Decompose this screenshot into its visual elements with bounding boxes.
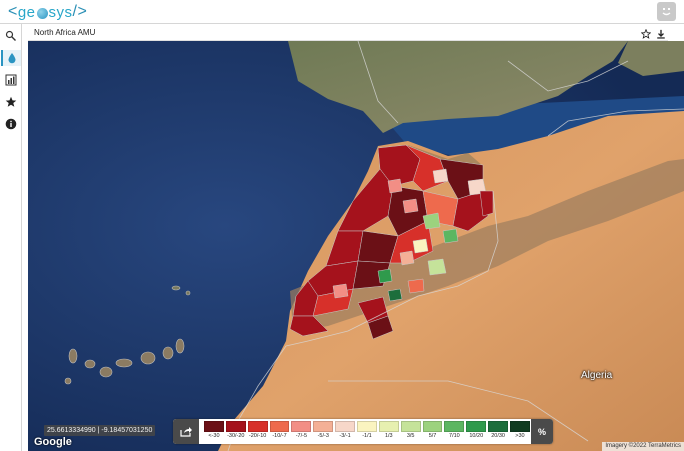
legend-swatch: [247, 421, 268, 432]
legend-swatch: [510, 421, 530, 432]
legend-label: >30: [515, 433, 525, 439]
logo-text-sys: sys: [48, 3, 73, 21]
legend-swatch: [269, 421, 290, 432]
legend-item: -10/-7: [269, 421, 290, 442]
legend-label: 3/5: [406, 433, 415, 439]
legend-label: -1/1: [362, 433, 372, 439]
legend-item: -1/1: [357, 421, 377, 442]
google-logo: Google: [34, 436, 72, 448]
coordinates-readout: 25.6613334990 | -9.18457031250: [44, 425, 156, 436]
droplet-icon: [8, 53, 16, 64]
legend-item: 7/10: [444, 421, 465, 442]
color-legend: <-30 -30/-20 -20/-10 -10/-7 -7/-5 -5/-3 -3/-1 -…: [173, 419, 553, 444]
logo-bracket-left: <: [8, 3, 18, 20]
user-face-icon: [662, 8, 671, 16]
legend-label: -10/-7: [272, 433, 287, 439]
download-button[interactable]: [655, 28, 666, 39]
logo-bracket-right: />: [72, 3, 88, 20]
sidebar-item-layers[interactable]: [3, 28, 19, 44]
sidebar-item-favorites[interactable]: [3, 94, 19, 110]
sidebar-item-info[interactable]: [3, 116, 19, 132]
legend-swatch: [291, 421, 312, 432]
legend-label: -20/-10: [248, 433, 267, 439]
download-icon: [656, 29, 665, 39]
legend-item: <-30: [204, 421, 224, 442]
legend-item: -3/-1: [335, 421, 356, 442]
favorite-button[interactable]: [640, 28, 651, 39]
legend-label: -3/-1: [339, 433, 351, 439]
sidebar-item-water[interactable]: [1, 50, 21, 66]
legend-label: <-30: [208, 433, 220, 439]
legend-item: 3/5: [400, 421, 421, 442]
panel-title-bar: North Africa AMU: [28, 27, 668, 41]
country-label-algeria: Algeria: [581, 370, 613, 381]
legend-label: 10/20: [469, 433, 484, 439]
legend-label: 20/30: [491, 433, 505, 439]
unit-toggle-button[interactable]: %: [531, 419, 553, 444]
star-outline-icon: [640, 28, 651, 39]
sidebar-item-charts[interactable]: [3, 72, 19, 88]
user-menu-button[interactable]: [657, 2, 676, 21]
map-view[interactable]: Algeria 25.6613334990 | -9.18457031250 G…: [28, 41, 684, 451]
legend-swatch: [357, 421, 377, 432]
legend-swatch: [400, 421, 421, 432]
legend-label: 5/7: [428, 433, 437, 439]
legend-item: -20/-10: [247, 421, 268, 442]
legend-label: -7/-5: [295, 433, 308, 439]
legend-swatch: [488, 421, 509, 432]
legend-item: 10/20: [466, 421, 487, 442]
share-button[interactable]: [173, 419, 199, 444]
legend-item: -30/-20: [225, 421, 246, 442]
chart-icon: [5, 74, 17, 86]
app-header: < ge sys />: [0, 0, 684, 24]
legend-scale: <-30 -30/-20 -20/-10 -10/-7 -7/-5 -5/-3 -3/-1 -…: [204, 421, 530, 442]
legend-item: -5/-3: [313, 421, 334, 442]
legend-item: 1/3: [378, 421, 399, 442]
star-icon: [5, 96, 17, 107]
logo-text-ge: ge: [17, 3, 36, 21]
legend-item: -7/-5: [291, 421, 312, 442]
geosys-logo[interactable]: < ge sys />: [8, 2, 87, 22]
share-icon: [180, 427, 192, 437]
legend-swatch: [204, 421, 224, 432]
legend-swatch: [422, 421, 443, 432]
info-icon: [5, 118, 17, 130]
legend-swatch: [378, 421, 399, 432]
legend-swatch: [466, 421, 487, 432]
legend-swatch: [313, 421, 334, 432]
app-root: < ge sys /> North Africa AMU Algeria 25.…: [0, 0, 684, 451]
legend-swatch: [225, 421, 246, 432]
legend-item: 20/30: [488, 421, 509, 442]
legend-label: 1/3: [384, 433, 393, 439]
satellite-map: [28, 41, 684, 451]
globe-icon: [36, 7, 48, 19]
legend-item: 5/7: [422, 421, 443, 442]
legend-label: 7/10: [449, 433, 460, 439]
map-attribution[interactable]: Imagery ©2022 TerraMetrics: [602, 442, 684, 451]
legend-swatch: [444, 421, 465, 432]
legend-swatch: [335, 421, 356, 432]
legend-label: -5/-3: [317, 433, 329, 439]
legend-item: >30: [510, 421, 530, 442]
left-toolbar: [0, 24, 22, 451]
panel-title: North Africa AMU: [34, 28, 96, 37]
legend-label: -30/-20: [227, 433, 245, 439]
layers-tool-icon: [5, 30, 16, 41]
